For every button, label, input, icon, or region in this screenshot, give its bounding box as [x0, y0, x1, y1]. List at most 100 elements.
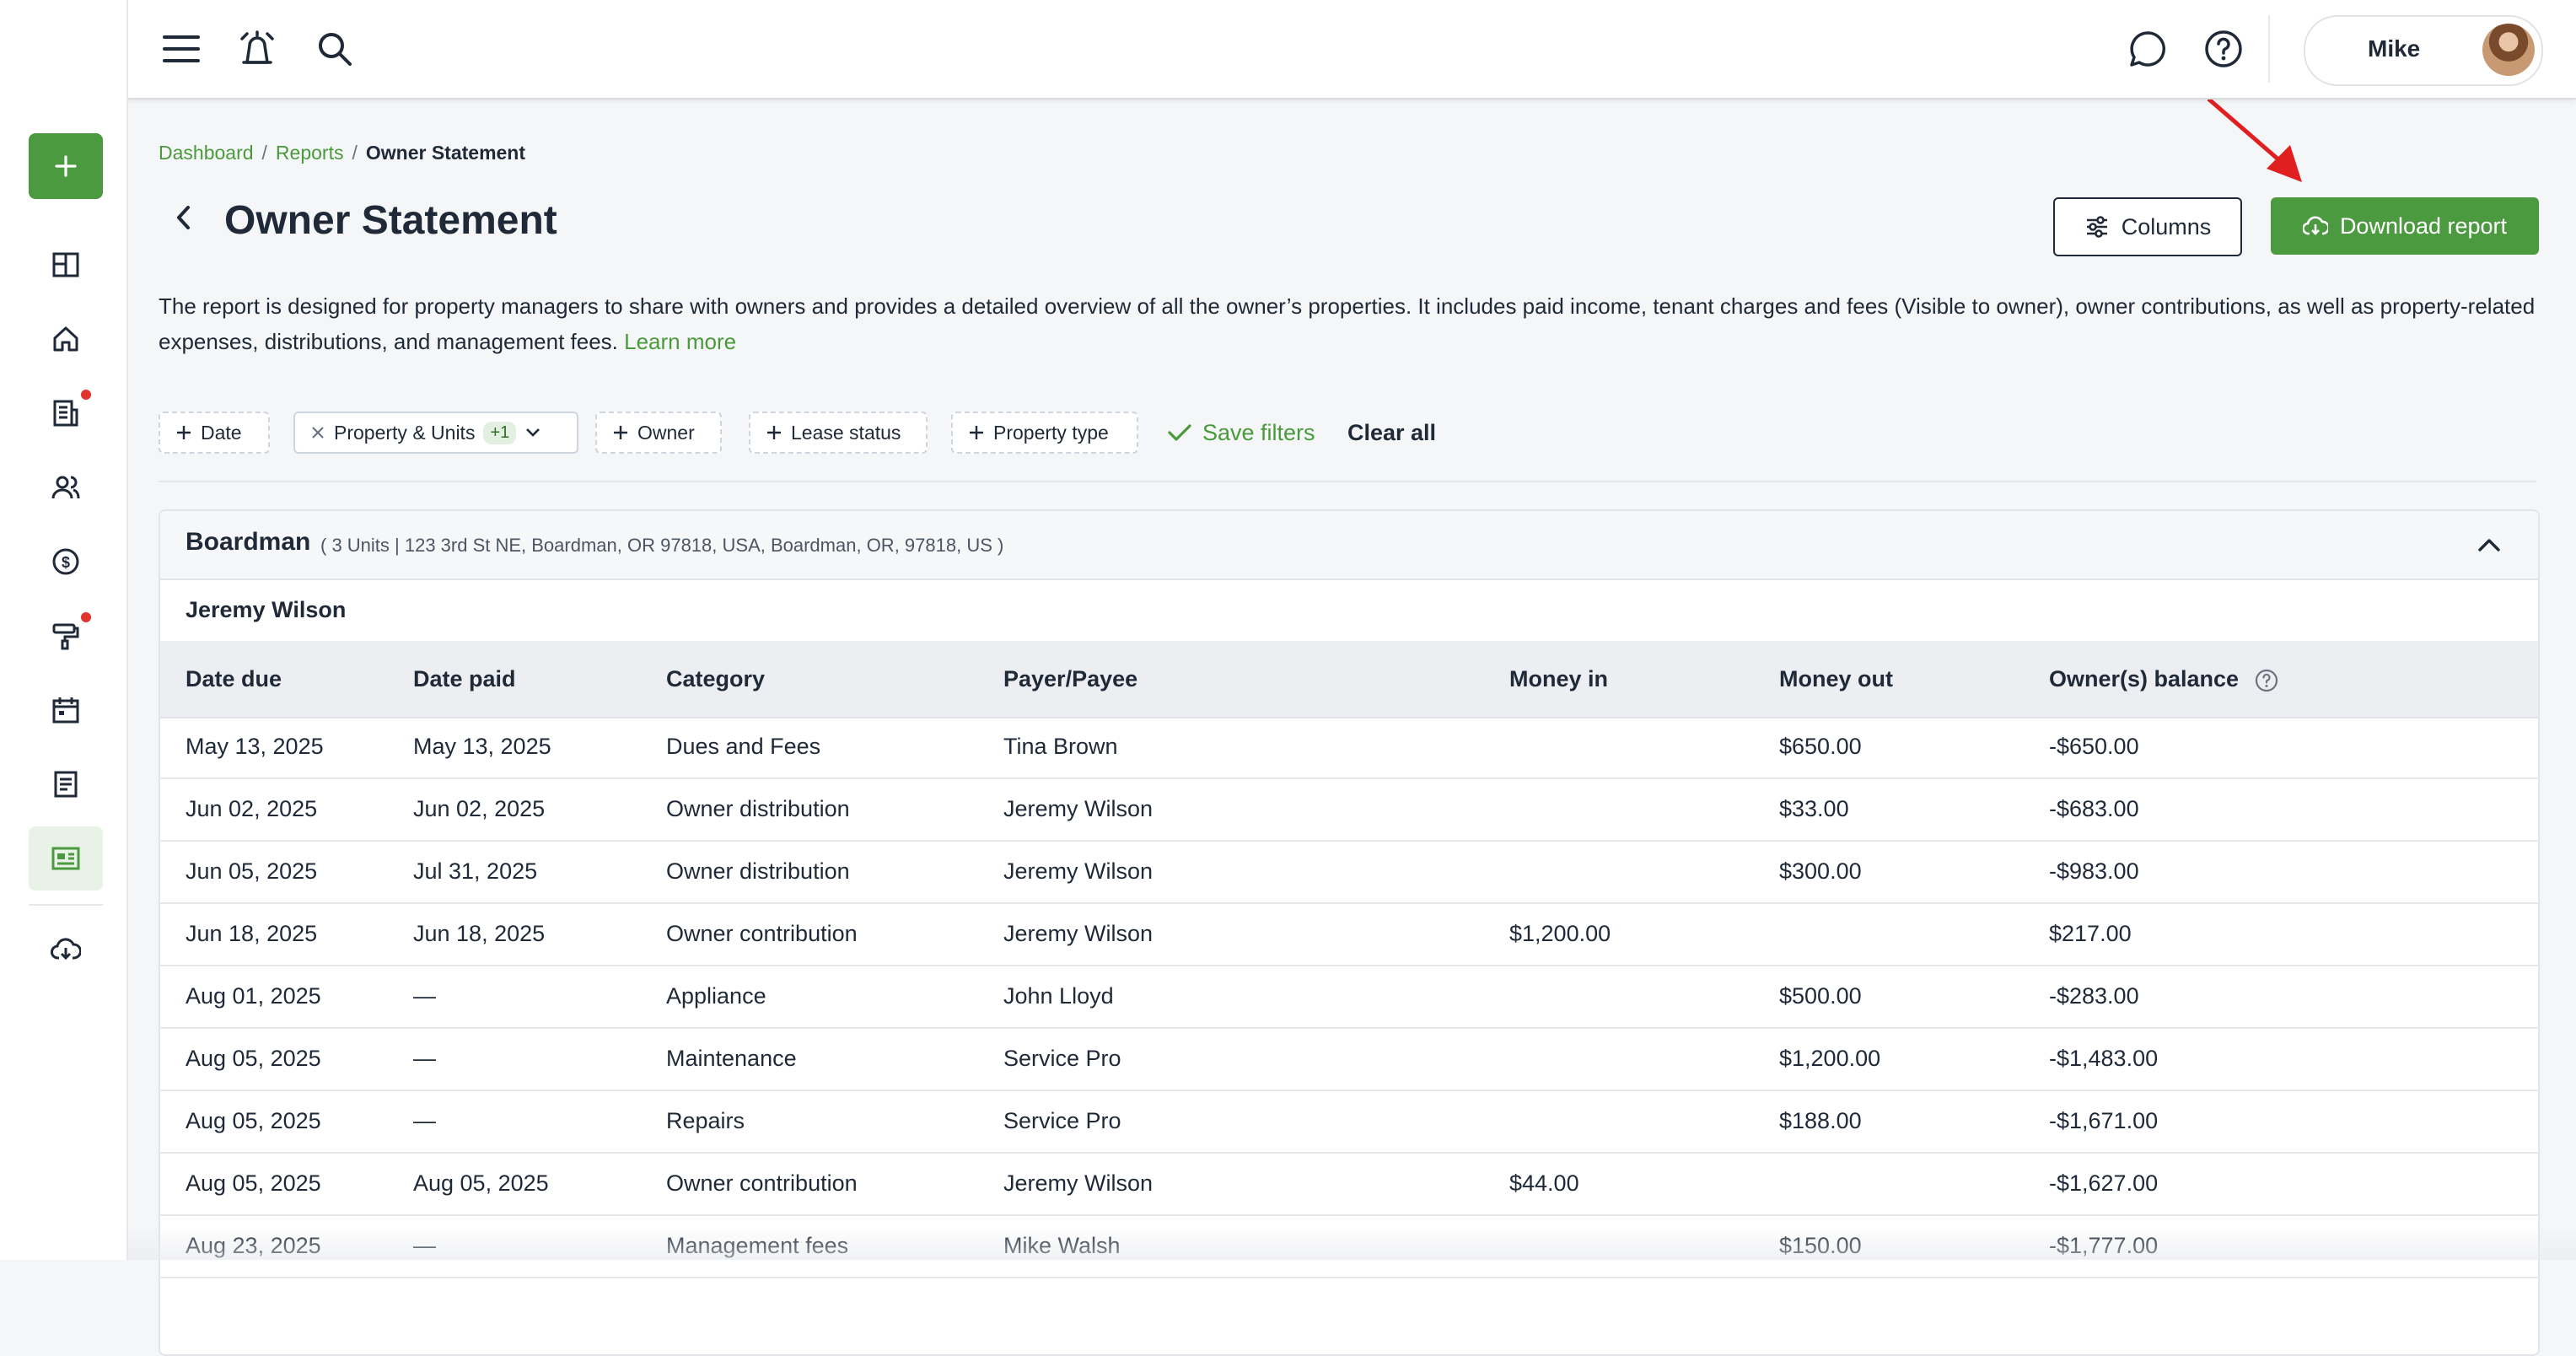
filter-bar: Date Property & Units +1 Owner Lease sta…	[159, 412, 2536, 455]
filter-property-type[interactable]: Property type	[951, 412, 1138, 454]
plus-icon	[55, 155, 77, 177]
search-button[interactable]	[309, 24, 360, 74]
rail-item-people[interactable]	[29, 455, 103, 519]
filter-count-badge: +1	[483, 421, 517, 444]
document-icon	[54, 771, 78, 798]
left-rail: $	[0, 0, 128, 1260]
filter-property-units-label: Property & Units	[334, 421, 476, 444]
search-icon	[319, 33, 352, 66]
owner-row: Jeremy Wilson	[160, 578, 2538, 643]
rail-item-accounting[interactable]: $	[29, 530, 103, 594]
filter-date[interactable]: Date	[159, 412, 270, 454]
help-icon[interactable]	[2254, 668, 2279, 693]
rail-item-properties[interactable]	[29, 307, 103, 371]
cell-category: Owner distribution	[666, 858, 850, 884]
cell-date-due: Aug 05, 2025	[186, 1046, 321, 1071]
cell-date-due: May 13, 2025	[186, 734, 324, 759]
chat-icon	[2130, 31, 2165, 67]
columns-button[interactable]: Columns	[2053, 197, 2242, 256]
owner-name: Jeremy Wilson	[186, 597, 347, 622]
annotation-arrow-icon	[2208, 98, 2302, 182]
breadcrumb-separator: /	[352, 142, 358, 164]
avatar	[2482, 24, 2535, 76]
breadcrumb-reports[interactable]: Reports	[276, 142, 344, 164]
cell-date-paid: —	[413, 1046, 436, 1071]
rail-item-dashboard[interactable]	[29, 233, 103, 297]
user-menu[interactable]: Mike	[2304, 15, 2543, 86]
column-owner-balance-label: Owner(s) balance	[2049, 666, 2240, 691]
add-button[interactable]	[29, 133, 103, 199]
property-name: Boardman	[186, 528, 311, 556]
cell-category: Appliance	[666, 983, 766, 1009]
learn-more-link[interactable]: Learn more	[624, 329, 736, 354]
top-bar: Mike	[126, 0, 2576, 100]
topbar-divider	[2268, 15, 2270, 83]
filter-property-type-label: Property type	[993, 421, 1109, 444]
rail-item-maintenance[interactable]	[29, 604, 103, 668]
chat-button[interactable]	[2122, 24, 2173, 74]
clear-all-button[interactable]: Clear all	[1347, 412, 1436, 454]
cell-payer-payee: Jeremy Wilson	[1003, 921, 1154, 946]
cell-date-paid: May 13, 2025	[413, 734, 551, 759]
filter-date-label: Date	[201, 421, 242, 444]
notification-dot	[81, 612, 91, 622]
cell-date-due: Aug 05, 2025	[186, 1170, 321, 1196]
building-document-icon	[53, 400, 78, 427]
cell-owner-balance: -$1,671.00	[2049, 1108, 2159, 1133]
dashboard-icon	[52, 252, 79, 277]
property-meta: ( 3 Units | 123 3rd St NE, Boardman, OR …	[320, 535, 1004, 556]
close-icon[interactable]	[310, 425, 325, 440]
rail-item-cloud[interactable]	[29, 917, 103, 982]
filter-lease-status[interactable]: Lease status	[749, 412, 928, 454]
download-report-label: Download report	[2339, 213, 2508, 239]
cloud-download-icon	[51, 938, 81, 960]
rail-item-documents[interactable]	[29, 752, 103, 816]
breadcrumb-dashboard[interactable]: Dashboard	[159, 142, 254, 164]
rail-item-calendar[interactable]	[29, 678, 103, 742]
cell-payer-payee: Jeremy Wilson	[1003, 858, 1154, 884]
table-header: Date due Date paid Category Payer/Payee …	[160, 641, 2538, 718]
back-button[interactable]	[167, 201, 201, 234]
save-filters-label: Save filters	[1202, 419, 1315, 445]
save-filters-button[interactable]: Save filters	[1167, 412, 1315, 454]
property-header[interactable]: Boardman ( 3 Units | 123 3rd St NE, Boar…	[160, 511, 2538, 580]
svg-text:$: $	[62, 554, 70, 571]
help-button[interactable]	[2198, 24, 2249, 74]
download-report-button[interactable]: Download report	[2271, 197, 2539, 255]
help-icon	[2205, 30, 2242, 67]
column-payer-payee: Payer/Payee	[1003, 666, 1138, 691]
breadcrumb: Dashboard / Reports / Owner Statement	[159, 142, 525, 164]
cell-payer-payee: Jeremy Wilson	[1003, 1170, 1154, 1196]
cell-owner-balance: -$650.00	[2049, 734, 2139, 759]
cell-owner-balance: $217.00	[2049, 921, 2132, 946]
alarm-icon	[240, 30, 274, 64]
user-name: Mike	[2368, 35, 2421, 62]
cell-category: Dues and Fees	[666, 734, 821, 759]
cell-money-out: $188.00	[1779, 1108, 1862, 1133]
rail-divider	[29, 904, 103, 906]
menu-button[interactable]	[156, 24, 207, 74]
rail-item-reports[interactable]	[29, 826, 103, 891]
filter-owner[interactable]: Owner	[595, 412, 722, 454]
cell-category: Maintenance	[666, 1046, 797, 1071]
cell-date-paid: Aug 05, 2025	[413, 1170, 549, 1196]
breadcrumb-current: Owner Statement	[365, 142, 526, 164]
reports-icon	[51, 847, 80, 870]
rail-item-leases[interactable]	[29, 381, 103, 445]
table-row: Jun 05, 2025 Jul 31, 2025 Owner distributi…	[160, 842, 2538, 904]
cell-payer-payee: John Lloyd	[1003, 983, 1114, 1009]
cell-owner-balance: -$683.00	[2049, 796, 2139, 821]
sliders-icon	[2086, 216, 2107, 238]
cell-money-out: $650.00	[1779, 734, 1862, 759]
collapse-button[interactable]	[2474, 530, 2504, 560]
cell-payer-payee: Jeremy Wilson	[1003, 796, 1154, 821]
checkmark-icon	[1168, 424, 1191, 441]
filter-lease-status-label: Lease status	[791, 421, 901, 444]
alarm-button[interactable]	[232, 24, 282, 74]
cell-category: Owner contribution	[666, 1170, 858, 1196]
cell-money-out: $1,200.00	[1779, 1046, 1881, 1071]
paint-roller-icon	[52, 623, 79, 650]
cell-category: Repairs	[666, 1108, 745, 1133]
table-row: May 13, 2025 May 13, 2025 Dues and Fees Tin…	[160, 717, 2538, 779]
filter-property-units[interactable]: Property & Units +1	[293, 412, 578, 454]
